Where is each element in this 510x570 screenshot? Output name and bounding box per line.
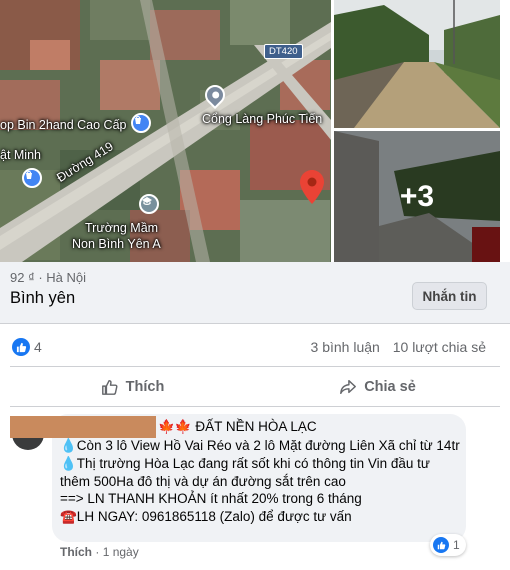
photo-grid: DT420 Cổng Làng Phúc Tiến op Bin 2hand C… [0, 0, 510, 262]
action-bar: Thích Chia sẻ [10, 368, 500, 406]
road-photo[interactable] [334, 0, 500, 128]
comment-heading: 🍁🍁 ĐẤT NỀN HÒA LẠC [158, 419, 317, 434]
comment-reaction-count: 1 [453, 538, 460, 552]
like-label: Thích [125, 379, 165, 395]
like-count[interactable]: 4 [34, 339, 42, 355]
share-button[interactable]: Chia sẻ [255, 368, 500, 406]
like-reaction-icon [433, 537, 449, 553]
like-button[interactable]: Thích [10, 368, 255, 406]
listing-info: 92 ₫ · Hà Nội Bình yên Nhắn tin [0, 262, 510, 324]
shop-label[interactable]: op Bin 2hand Cao Cấp [0, 118, 126, 132]
comment-text: 💧Còn 3 lô View Hồ Vai Réo và 2 lô Mặt đư… [60, 437, 460, 526]
comment-line: 💧Thị trường Hòa Lạc đang rất sốt khi có … [60, 455, 430, 489]
comment-line: 💧Còn 3 lô View Hồ Vai Réo và 2 lô Mặt đư… [60, 438, 460, 453]
location-pin-icon[interactable] [300, 170, 324, 204]
map-image[interactable]: DT420 Cổng Làng Phúc Tiến op Bin 2hand C… [0, 0, 331, 262]
divider [10, 366, 500, 367]
price-location: 92 ₫ · Hà Nội [10, 270, 87, 285]
school-label-line2[interactable]: Non Bình Yên A [72, 237, 161, 251]
minh-label[interactable]: ật Minh [0, 148, 41, 162]
shop-pin-icon[interactable] [131, 113, 151, 133]
marketplace-post: DT420 Cổng Làng Phúc Tiến op Bin 2hand C… [0, 0, 510, 570]
separator: · [95, 545, 103, 559]
minh-pin-icon[interactable] [22, 168, 42, 188]
thumbs-up-icon [101, 379, 118, 395]
like-reaction-icon[interactable] [12, 338, 30, 356]
share-icon [340, 379, 357, 395]
reaction-stats: 4 3 bình luận 10 lượt chia sẻ [0, 330, 510, 364]
comment-count[interactable]: 3 bình luận [311, 339, 380, 355]
comment-reaction[interactable]: 1 [430, 534, 466, 556]
comment-like-link[interactable]: Thích [60, 545, 92, 559]
divider [10, 406, 500, 407]
listing-title[interactable]: Bình yên [10, 289, 75, 308]
more-photos-count[interactable]: +3 [334, 131, 500, 262]
comment-line: ==> LN THANH KHOẢN ít nhất 20% trong 6 t… [60, 491, 362, 507]
route-badge: DT420 [264, 44, 303, 59]
more-photo[interactable]: +3 [334, 131, 500, 262]
gate-label[interactable]: Cổng Làng Phúc Tiến [202, 112, 322, 126]
school-pin-icon[interactable] [139, 194, 159, 214]
school-label-line1[interactable]: Trường Mầm [85, 221, 158, 235]
comment-line: ☎️LH NGAY: 0961865118 (Zalo) để được tư … [60, 509, 352, 525]
village-road-image [334, 0, 500, 128]
message-button[interactable]: Nhắn tin [412, 282, 487, 310]
share-label: Chia sẻ [364, 379, 416, 395]
comment-footer: Thích · 1 ngày [60, 545, 139, 559]
share-count[interactable]: 10 lượt chia sẻ [393, 339, 486, 355]
comment-time[interactable]: 1 ngày [103, 545, 139, 559]
redacted-commenter-name [10, 416, 156, 438]
